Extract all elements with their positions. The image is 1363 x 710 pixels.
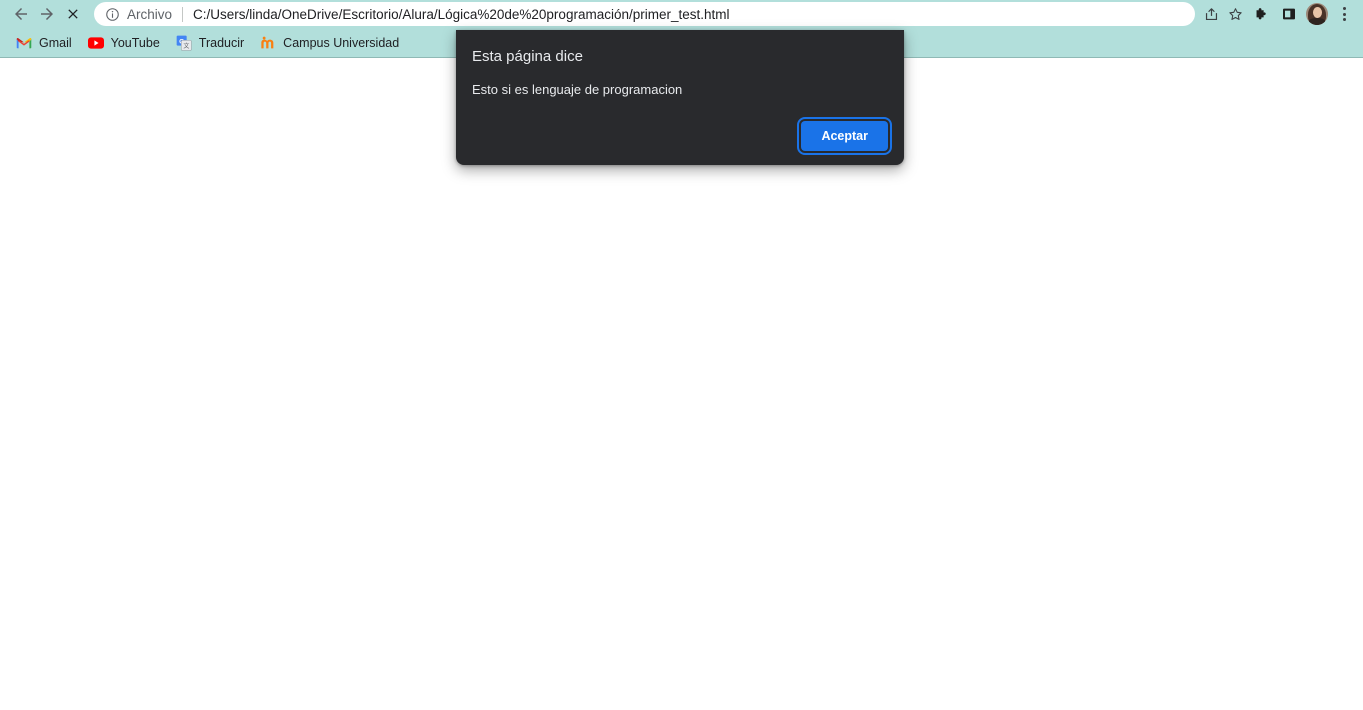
- bookmark-gmail[interactable]: Gmail: [8, 31, 80, 55]
- side-panel-icon: [1283, 8, 1295, 20]
- dialog-actions: Aceptar: [472, 117, 892, 155]
- url-text[interactable]: C:/Users/linda/OneDrive/Escritorio/Alura…: [193, 7, 1185, 22]
- menu-dot: [1342, 7, 1346, 10]
- dialog-message: Esto si es lenguaje de programacion: [472, 82, 683, 97]
- menu-dot: [1342, 12, 1346, 16]
- youtube-play-icon: [87, 36, 104, 49]
- share-button[interactable]: [1199, 2, 1223, 26]
- bookmark-traducir[interactable]: G 文 Traducir: [168, 31, 252, 55]
- close-icon: [68, 9, 78, 19]
- avatar[interactable]: [1306, 3, 1328, 25]
- forward-button[interactable]: [34, 2, 60, 26]
- toolbar-right-group: [1199, 2, 1357, 26]
- bookmark-button[interactable]: [1223, 2, 1247, 26]
- gmail-envelope-icon: [16, 37, 32, 48]
- arrow-right-icon: [41, 8, 53, 20]
- avatar-body: [1309, 18, 1325, 25]
- side-panel-button[interactable]: [1275, 2, 1303, 26]
- share-icon: [1205, 7, 1217, 20]
- site-info-icon[interactable]: [104, 6, 120, 22]
- google-translate-icon: G 文: [176, 35, 192, 51]
- bookmark-youtube[interactable]: YouTube: [80, 31, 168, 55]
- omnibox-divider: [182, 6, 184, 22]
- omnibox[interactable]: Archivo C:/Users/linda/OneDrive/Escritor…: [94, 2, 1195, 26]
- bookmark-label: Campus Universidad: [283, 35, 400, 50]
- avatar-face: [1313, 7, 1322, 18]
- gmail-icon: [16, 35, 32, 51]
- translate-icon: G 文: [176, 35, 192, 51]
- back-button[interactable]: [8, 2, 34, 26]
- dialog-title: Esta página dice: [472, 48, 583, 65]
- bookmark-campus-universidad[interactable]: Campus Universidad: [252, 31, 407, 55]
- info-circle-icon: [105, 7, 119, 21]
- page-viewport: Esta página dice Esto si es lenguaje de …: [0, 30, 1363, 709]
- moodle-m-icon: [261, 36, 274, 48]
- browser-toolbar: Archivo C:/Users/linda/OneDrive/Escritor…: [0, 0, 1363, 28]
- puzzle-piece-icon: [1256, 7, 1266, 19]
- arrow-left-icon: [15, 8, 27, 20]
- dialog-accept-button[interactable]: Aceptar: [797, 117, 892, 155]
- javascript-alert-dialog: Esta página dice Esto si es lenguaje de …: [456, 30, 904, 165]
- youtube-icon: [87, 35, 104, 51]
- chrome-menu-button[interactable]: [1331, 2, 1357, 26]
- extensions-button[interactable]: [1247, 2, 1275, 26]
- menu-dot: [1342, 18, 1346, 21]
- url-scheme-label: Archivo: [127, 6, 173, 22]
- moodle-icon: [260, 35, 276, 51]
- bookmark-label: Gmail: [39, 35, 72, 50]
- bookmark-label: Traducir: [198, 35, 245, 50]
- star-icon: [1228, 7, 1242, 20]
- stop-loading-button[interactable]: [60, 2, 86, 26]
- bookmark-label: YouTube: [110, 35, 160, 50]
